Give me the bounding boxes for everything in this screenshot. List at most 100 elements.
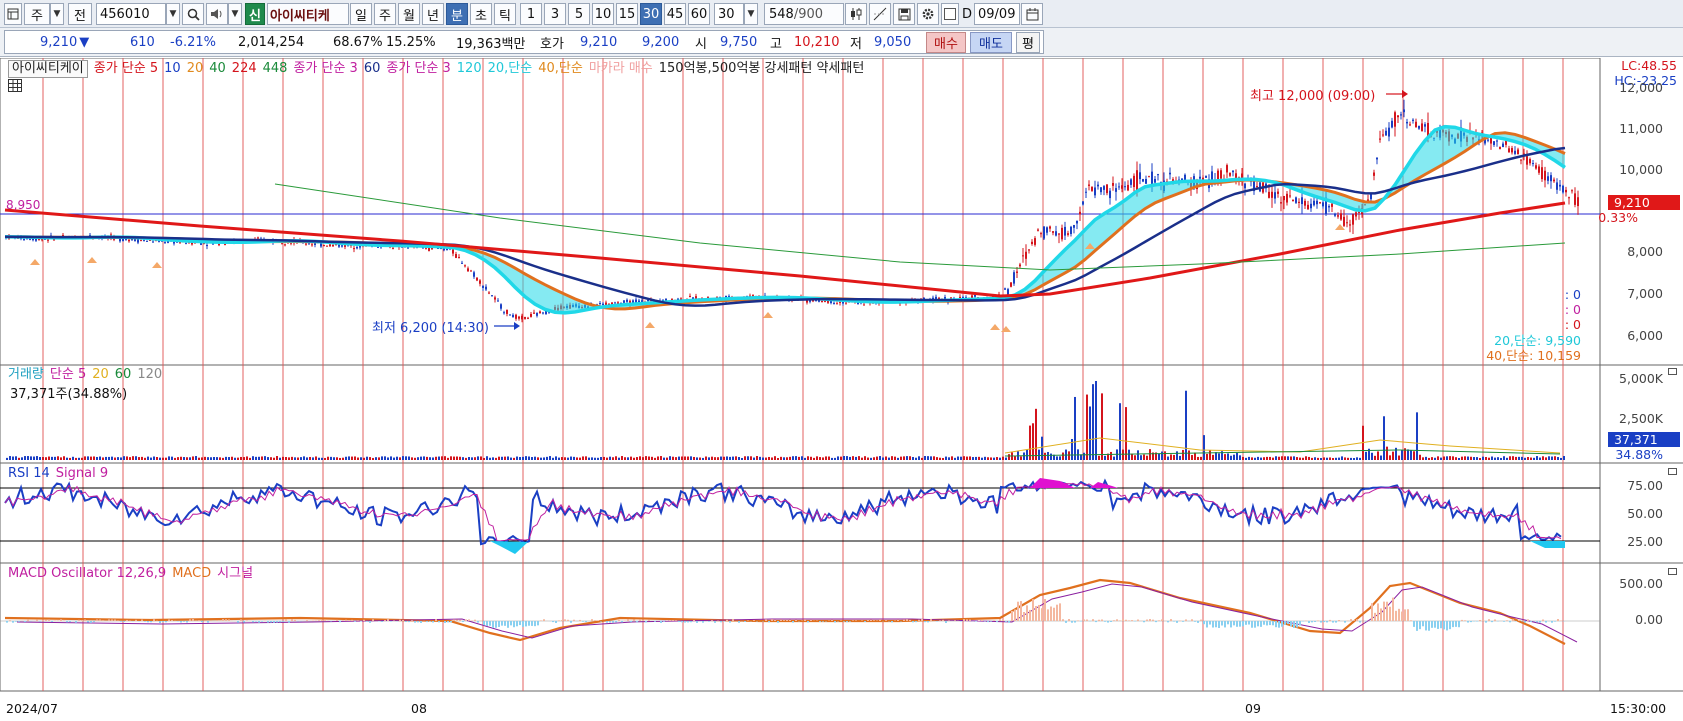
volume-legend-item-0[interactable]: 거래량 (8, 367, 44, 383)
interval-10[interactable]: 10 (592, 3, 614, 25)
tab-week[interactable]: 주 (374, 3, 396, 25)
volume-bar-43 (135, 456, 137, 460)
price-legend-item-2[interactable]: 20 (187, 61, 204, 77)
macd-histogram-bar-168 (510, 621, 512, 626)
volume-panel-minimize-icon[interactable] (1668, 368, 1677, 375)
macd-histogram-bar-55 (171, 619, 173, 621)
volume-legend-item-4[interactable]: 120 (137, 367, 162, 383)
macd-histogram-bar-475 (1431, 621, 1433, 628)
layout-icon[interactable] (4, 3, 22, 25)
interval-input[interactable]: 30 (714, 3, 744, 25)
volume-bar-191 (579, 457, 581, 460)
price-legend-item-10[interactable]: 20,단순 (488, 61, 533, 77)
macd-histogram-bar-369 (1113, 620, 1115, 621)
macd-histogram-bar-48 (150, 621, 152, 623)
macd-histogram-bar-419 (1263, 621, 1265, 625)
stock-code-dropdown-icon[interactable]: ▼ (166, 3, 180, 25)
date-input[interactable]: 09/09 (974, 3, 1020, 25)
macd-histogram-bar-150 (456, 619, 458, 621)
interval-3[interactable]: 3 (544, 3, 566, 25)
rsi-legend-item-1[interactable]: Signal 9 (56, 466, 108, 482)
macd-histogram-bar-464 (1398, 608, 1400, 621)
macd-histogram-bar-67 (207, 621, 209, 623)
interval-dropdown-icon[interactable]: ▼ (744, 3, 758, 25)
volume-legend-item-1[interactable]: 단순 5 (50, 367, 86, 383)
price-legend-item-7[interactable]: 60 (364, 61, 381, 77)
sell-button[interactable]: 매도 (970, 32, 1012, 53)
period-type-select[interactable]: 주 (24, 3, 50, 25)
stock-code-input[interactable]: 456010 (96, 3, 166, 25)
volume-legend-item-2[interactable]: 20 (92, 367, 109, 383)
candle-body-417 (1256, 186, 1258, 188)
macd-histogram-bar-457 (1377, 603, 1379, 621)
tab-month[interactable]: 월 (398, 3, 420, 25)
volume-bar-503 (1515, 456, 1517, 460)
interval-15[interactable]: 15 (616, 3, 638, 25)
stock-chart[interactable]: 아이씨티케이 종가 단순 5 10 20 40 224 448 종가 단순 3 60 종가 단순… (0, 58, 1683, 721)
speaker-dropdown-icon[interactable]: ▼ (228, 3, 242, 25)
high-label: 고 (770, 37, 782, 52)
price-legend-item-4[interactable]: 224 (232, 61, 257, 77)
tab-minute[interactable]: 분 (446, 3, 468, 25)
date-checkbox[interactable] (941, 3, 959, 25)
tab-second[interactable]: 초 (470, 3, 492, 25)
macd-histogram-bar-300 (906, 619, 908, 621)
chart-canvas[interactable] (0, 58, 1683, 721)
rsi-legend-item-0[interactable]: RSI 14 (8, 466, 50, 482)
volume-legend-item-3[interactable]: 60 (115, 367, 132, 383)
save-icon[interactable] (893, 3, 915, 25)
interval-30[interactable]: 30 (640, 3, 662, 25)
macd-histogram-bar-161 (489, 621, 491, 626)
volume-ratio: 68.67% (333, 35, 383, 50)
macd-histogram-bar-142 (432, 621, 434, 623)
tab-day[interactable]: 일 (350, 3, 372, 25)
tab-year[interactable]: 년 (422, 3, 444, 25)
macd-histogram-bar-196 (594, 620, 596, 621)
price-legend-item-11[interactable]: 40,단순 (538, 61, 583, 77)
macd-histogram-bar-379 (1143, 621, 1145, 623)
candle-type-icon[interactable] (845, 3, 867, 25)
interval-45[interactable]: 45 (664, 3, 686, 25)
volume-bar-444 (1338, 457, 1340, 460)
macd-histogram-bar-45 (141, 619, 143, 621)
macd-panel-minimize-icon[interactable] (1668, 568, 1677, 575)
macd-legend-item-1[interactable]: MACD (172, 566, 211, 582)
calendar-icon[interactable] (1021, 3, 1043, 25)
data-count-field[interactable]: 548 /900 (764, 3, 844, 25)
price-legend-item-8[interactable]: 종가 단순 3 (386, 61, 450, 77)
macd-legend-item-0[interactable]: MACD Oscillator 12,26,9 (8, 566, 166, 582)
volume-bar-80 (246, 456, 248, 460)
tab-tick[interactable]: 틱 (494, 3, 516, 25)
buy-button[interactable]: 매수 (926, 32, 966, 53)
evaluation-button[interactable]: 평 (1016, 32, 1040, 53)
crosshair-icon[interactable] (869, 3, 891, 25)
volume-bar-283 (855, 456, 857, 460)
legend-stock-name[interactable]: 아이씨티케이 (8, 60, 88, 78)
price-legend-item-13[interactable]: 150억봉,500억봉 강세패턴 약세패턴 (659, 61, 865, 77)
candle-body-423 (1274, 192, 1276, 199)
interval-1[interactable]: 1 (520, 3, 542, 25)
price-legend-item-1[interactable]: 10 (164, 61, 181, 77)
candle-body-60 (185, 243, 187, 245)
prev-button[interactable]: 전 (68, 3, 92, 25)
interval-60[interactable]: 60 (688, 3, 710, 25)
price-legend-item-0[interactable]: 종가 단순 5 (94, 61, 158, 77)
volume-bar-138 (420, 456, 422, 460)
price-legend-item-3[interactable]: 40 (209, 61, 226, 77)
price-legend-item-5[interactable]: 448 (263, 61, 288, 77)
stock-name-field[interactable]: 아이씨티케 (267, 3, 349, 25)
macd-histogram-bar-470 (1416, 621, 1418, 631)
rsi-panel-minimize-icon[interactable] (1668, 468, 1677, 475)
interval-5[interactable]: 5 (568, 3, 590, 25)
price-legend-item-6[interactable]: 종가 단순 3 (293, 61, 357, 77)
macd-histogram-bar-506 (1524, 621, 1526, 623)
price-legend-item-12[interactable]: 마카라 매수 (589, 61, 653, 77)
search-icon[interactable] (182, 3, 204, 25)
macd-histogram-bar-328 (990, 621, 992, 622)
candle-body-519 (1562, 185, 1564, 193)
period-type-dropdown-icon[interactable]: ▼ (50, 3, 64, 25)
speaker-icon[interactable] (206, 3, 228, 25)
gear-icon[interactable] (917, 3, 939, 25)
macd-legend-item-2[interactable]: 시그널 (217, 566, 253, 582)
price-legend-item-9[interactable]: 120 (457, 61, 482, 77)
